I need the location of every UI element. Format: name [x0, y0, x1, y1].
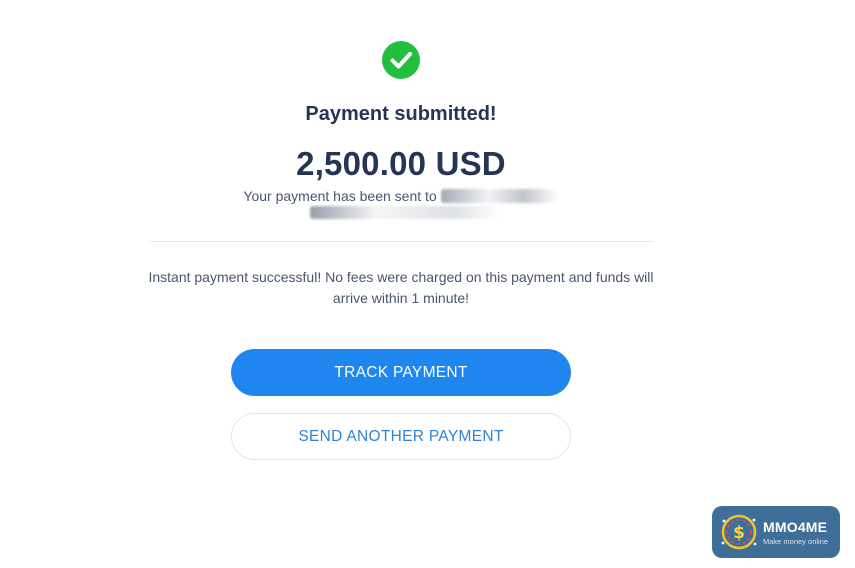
page-title: Payment submitted!: [305, 103, 497, 125]
recipient-line: Your payment has been sent to: [0, 188, 802, 204]
redaction-blur: [310, 206, 500, 219]
watermark-brand: MMO4ME: [763, 519, 828, 535]
track-payment-button[interactable]: TRACK PAYMENT: [231, 349, 571, 396]
divider: [149, 241, 654, 242]
watermark-badge: $ MMO4ME Make money online: [712, 506, 840, 558]
recipient-prefix: Your payment has been sent to: [243, 188, 437, 204]
redacted-recipient-detail: [310, 204, 500, 222]
send-another-payment-button[interactable]: SEND ANOTHER PAYMENT: [231, 413, 571, 460]
svg-text:$: $: [733, 523, 745, 543]
redacted-recipient-name: [440, 189, 559, 203]
payment-info-message: Instant payment successful! No fees were…: [148, 269, 654, 306]
watermark-tagline: Make money online: [763, 537, 829, 546]
check-circle-icon: [382, 41, 420, 79]
payment-amount: 2,500.00 USD: [296, 145, 506, 182]
dollar-coin-icon: $: [718, 511, 760, 553]
